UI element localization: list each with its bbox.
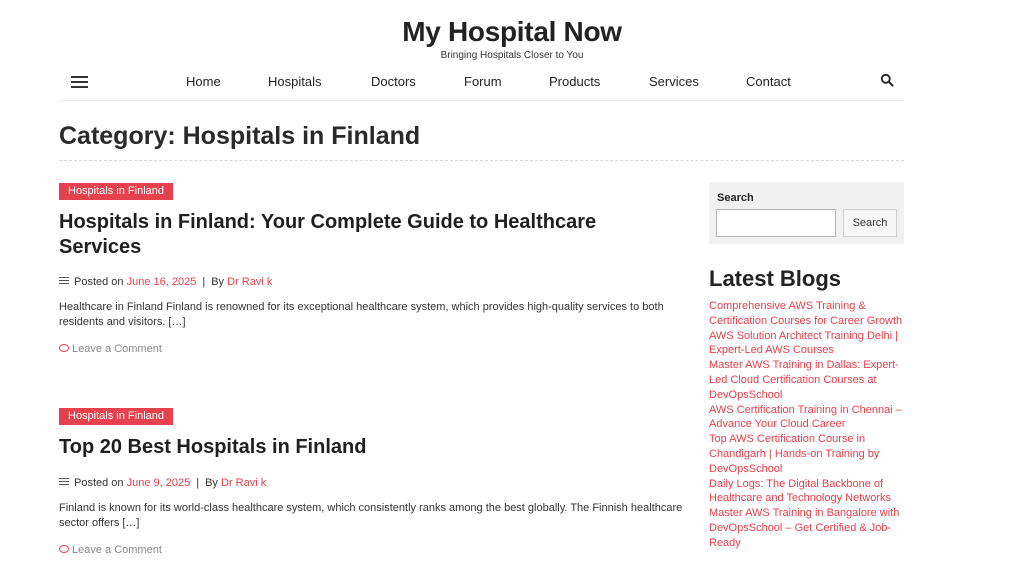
- post-meta: Posted on June 9, 2025 | By Dr Ravi k: [59, 476, 266, 490]
- nav-item-doctors[interactable]: Doctors: [371, 74, 416, 90]
- posted-on-label: Posted on: [74, 477, 124, 489]
- search-icon[interactable]: [880, 73, 894, 87]
- latest-blog-link[interactable]: AWS Certification Training in Chennai – …: [709, 403, 909, 433]
- post-excerpt: Finland is known for its world-class hea…: [59, 502, 683, 529]
- nav-item-hospitals[interactable]: Hospitals: [268, 74, 321, 90]
- nav-item-forum[interactable]: Forum: [464, 74, 502, 90]
- comment-icon: [59, 545, 69, 554]
- site-title[interactable]: My Hospital Now: [0, 15, 1024, 49]
- page-title: Category: Hospitals in Finland: [59, 122, 421, 150]
- post-author-link[interactable]: Dr Ravi k: [221, 477, 266, 489]
- category-badge[interactable]: Hospitals in Finland: [59, 408, 173, 425]
- site-header: My Hospital Now Bringing Hospitals Close…: [0, 0, 1024, 61]
- category-badge[interactable]: Hospitals in Finland: [59, 183, 173, 200]
- menu-lines-icon: [59, 277, 69, 285]
- latest-blogs-list: Comprehensive AWS Training & Certificati…: [709, 299, 909, 551]
- latest-blog-link[interactable]: Master AWS Training in Dallas: Expert-Le…: [709, 358, 909, 402]
- leave-comment-label: Leave a Comment: [72, 343, 162, 355]
- search-label: Search: [717, 192, 754, 204]
- menu-lines-icon: [59, 478, 69, 486]
- meta-separator: |: [202, 276, 206, 288]
- posted-on-label: Posted on: [74, 276, 124, 288]
- latest-blog-link[interactable]: Comprehensive AWS Training & Certificati…: [709, 299, 909, 329]
- post-meta: Posted on June 16, 2025 | By Dr Ravi k: [59, 275, 272, 289]
- site-tagline: Bringing Hospitals Closer to You: [440, 50, 584, 61]
- post-excerpt: Healthcare in Finland Finland is renowne…: [59, 301, 664, 328]
- latest-blog-link[interactable]: AWS Solution Architect Training Delhi | …: [709, 329, 909, 359]
- post-title[interactable]: Hospitals in Finland: Your Complete Guid…: [59, 210, 679, 260]
- comment-icon: [59, 344, 69, 353]
- nav-item-products[interactable]: Products: [549, 74, 600, 90]
- leave-comment-link[interactable]: Leave a Comment: [59, 543, 162, 557]
- post-date-link[interactable]: June 9, 2025: [127, 477, 191, 489]
- nav-item-home[interactable]: Home: [186, 74, 221, 90]
- hamburger-icon[interactable]: [71, 75, 88, 89]
- post-author-link[interactable]: Dr Ravi k: [227, 276, 272, 288]
- nav-item-services[interactable]: Services: [649, 74, 699, 90]
- leave-comment-label: Leave a Comment: [72, 544, 162, 556]
- meta-separator: |: [196, 477, 200, 489]
- search-widget: Search Search: [709, 182, 904, 244]
- latest-blog-link[interactable]: Top AWS Certification Course in Chandiga…: [709, 432, 909, 476]
- post-title[interactable]: Top 20 Best Hospitals in Finland: [59, 435, 679, 460]
- nav-item-contact[interactable]: Contact: [746, 74, 791, 90]
- latest-blog-link[interactable]: Daily Logs: The Digital Backbone of Heal…: [709, 477, 909, 507]
- leave-comment-link[interactable]: Leave a Comment: [59, 342, 162, 356]
- by-label: By: [211, 276, 225, 288]
- by-label: By: [205, 477, 218, 489]
- latest-blogs-heading: Latest Blogs: [709, 266, 842, 291]
- search-input[interactable]: [716, 209, 836, 237]
- latest-blog-link[interactable]: Master AWS Training in Bangalore with De…: [709, 506, 909, 550]
- title-divider: [59, 160, 904, 161]
- main-navigation: Home Hospitals Doctors Forum Products Se…: [59, 67, 904, 101]
- search-button[interactable]: Search: [843, 209, 897, 237]
- post-date-link[interactable]: June 16, 2025: [127, 276, 197, 288]
